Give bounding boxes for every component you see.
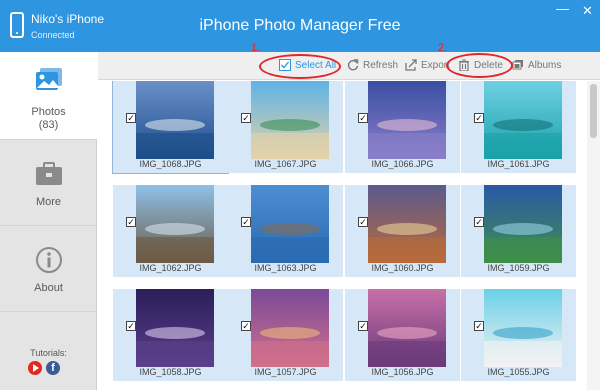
photo-checkbox[interactable]: ✓ — [241, 113, 251, 123]
refresh-label: Refresh — [363, 60, 399, 71]
photo-thumbnail — [136, 185, 214, 263]
annotation-circle-select-all — [259, 54, 341, 79]
info-icon — [36, 247, 62, 273]
photo-filename: IMG_1066.JPG — [371, 159, 434, 169]
photo-checkbox[interactable]: ✓ — [474, 217, 484, 227]
photo-thumbnail — [484, 289, 562, 367]
albums-label: Albums — [528, 60, 562, 71]
photo-grid: ✓ IMG_1068.JPG ✓ IMG_1067.JPG ✓ IMG_1066.JPG ✓… — [98, 81, 586, 390]
toolbox-icon — [36, 162, 62, 185]
photo-tile[interactable]: ✓ IMG_1063.JPG — [228, 185, 343, 277]
title-bar: Niko's iPhone Connected iPhone Photo Man… — [0, 0, 600, 52]
photo-thumbnail — [251, 289, 329, 367]
photo-checkbox[interactable]: ✓ — [474, 113, 484, 123]
photo-thumbnail — [368, 81, 446, 159]
photo-filename: IMG_1060.JPG — [371, 263, 434, 273]
photo-filename: IMG_1055.JPG — [487, 367, 550, 377]
annotation-step-1: 1. — [251, 42, 261, 54]
photo-tile[interactable]: ✓ IMG_1059.JPG — [461, 185, 576, 277]
photo-tile[interactable]: ✓ IMG_1061.JPG — [461, 81, 576, 173]
photo-filename: IMG_1061.JPG — [487, 159, 550, 169]
sidebar-item-photos[interactable]: Photos (83) — [0, 52, 97, 140]
photo-checkbox[interactable]: ✓ — [126, 321, 136, 331]
app-title: iPhone Photo Manager Free — [199, 17, 401, 34]
photo-thumbnail — [368, 185, 446, 263]
photo-checkbox[interactable]: ✓ — [241, 321, 251, 331]
photo-tile[interactable]: ✓ IMG_1058.JPG — [113, 289, 228, 381]
photo-tile[interactable]: ✓ IMG_1068.JPG — [112, 81, 229, 174]
photo-tile[interactable]: ✓ IMG_1067.JPG — [228, 81, 343, 173]
photo-filename: IMG_1059.JPG — [487, 263, 550, 273]
sidebar-item-label: About — [34, 282, 63, 294]
photo-filename: IMG_1062.JPG — [139, 263, 202, 273]
sidebar-item-more[interactable]: More — [0, 140, 97, 226]
photo-tile[interactable]: ✓ IMG_1057.JPG — [228, 289, 343, 381]
photo-thumbnail — [136, 81, 214, 159]
photo-tile[interactable]: ✓ IMG_1062.JPG — [113, 185, 228, 277]
photo-thumbnail — [251, 185, 329, 263]
photo-filename: IMG_1067.JPG — [254, 159, 317, 169]
photo-thumbnail — [251, 81, 329, 159]
sidebar-item-label: More — [35, 196, 62, 208]
sidebar-item-label: Photos — [31, 106, 66, 118]
photo-filename: IMG_1063.JPG — [254, 263, 317, 273]
photo-checkbox[interactable]: ✓ — [126, 113, 136, 123]
photo-count: (83) — [38, 119, 59, 131]
scrollbar-thumb[interactable] — [590, 84, 597, 138]
scrollbar[interactable] — [587, 81, 600, 390]
photo-checkbox[interactable]: ✓ — [358, 217, 368, 227]
photo-thumbnail — [484, 81, 562, 159]
refresh-icon — [347, 59, 359, 71]
sidebar: Photos (83) More About Tutorials: f — [0, 52, 97, 390]
photo-thumbnail — [484, 185, 562, 263]
photo-thumbnail — [136, 289, 214, 367]
photo-tile[interactable]: ✓ IMG_1056.JPG — [345, 289, 460, 381]
annotation-circle-delete — [446, 53, 513, 78]
tutorials-label: Tutorials: — [30, 348, 67, 358]
export-icon — [405, 59, 417, 71]
annotation-step-2: 2. — [438, 42, 448, 54]
facebook-icon[interactable]: f — [46, 361, 60, 375]
photo-filename: IMG_1056.JPG — [371, 367, 434, 377]
photo-filename: IMG_1057.JPG — [254, 367, 317, 377]
sidebar-item-about[interactable]: About — [0, 226, 97, 312]
close-button[interactable]: ✕ — [582, 4, 593, 18]
toolbar: Select All Refresh Export Delete Albums — [98, 52, 600, 80]
photo-filename: IMG_1058.JPG — [139, 367, 202, 377]
albums-icon — [512, 60, 523, 70]
youtube-icon[interactable] — [28, 361, 42, 375]
photo-tile[interactable]: ✓ IMG_1066.JPG — [345, 81, 460, 173]
minimize-button[interactable]: — — [556, 2, 569, 16]
photos-icon — [36, 68, 62, 90]
photo-filename: IMG_1068.JPG — [139, 159, 202, 169]
photo-checkbox[interactable]: ✓ — [474, 321, 484, 331]
photo-checkbox[interactable]: ✓ — [241, 217, 251, 227]
photo-thumbnail — [368, 289, 446, 367]
photo-tile[interactable]: ✓ IMG_1055.JPG — [461, 289, 576, 381]
photo-tile[interactable]: ✓ IMG_1060.JPG — [345, 185, 460, 277]
photo-checkbox[interactable]: ✓ — [358, 113, 368, 123]
photo-checkbox[interactable]: ✓ — [358, 321, 368, 331]
photo-checkbox[interactable]: ✓ — [126, 217, 136, 227]
